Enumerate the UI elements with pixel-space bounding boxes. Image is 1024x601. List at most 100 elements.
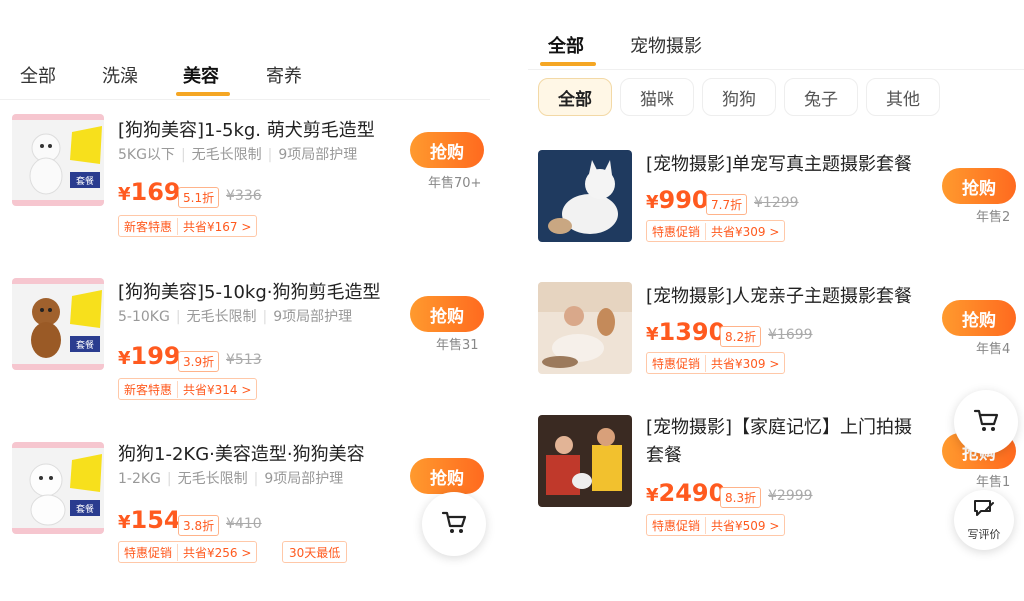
- product-title-line2[interactable]: 套餐: [646, 441, 682, 467]
- tab-all[interactable]: 全部: [20, 62, 56, 88]
- product-image: 套餐: [12, 278, 104, 370]
- promo-label: 特惠促销: [124, 545, 173, 560]
- cart-button[interactable]: [422, 492, 486, 556]
- cart-button[interactable]: [954, 390, 1018, 454]
- currency-symbol: ¥: [646, 485, 659, 506]
- price-value: 1390: [658, 318, 726, 346]
- cart-icon: [972, 406, 1000, 438]
- savings-label: 共省¥309 >: [705, 222, 784, 240]
- product-title[interactable]: [宠物摄影]单宠写真主题摄影套餐: [646, 150, 912, 176]
- product-title-line1[interactable]: [宠物摄影]【家庭记忆】上门拍摄: [646, 413, 912, 439]
- product-price: ¥154: [118, 506, 181, 534]
- price-value: 990: [658, 186, 709, 214]
- product-card[interactable]: [宠物摄影]人宠亲子主题摄影套餐 ¥1390 8.2折 ¥1699 特惠促销 共省…: [528, 272, 1018, 422]
- active-tab-indicator: [540, 62, 596, 66]
- discount-badge: 5.1折: [178, 187, 220, 208]
- product-card[interactable]: 套餐 狗狗1-2KG·美容造型·狗狗美容 1-2KG | 无毛长限制 | 9项局部护理 …: [0, 436, 490, 586]
- promo-badge[interactable]: 新客特惠 共省¥314 >: [118, 378, 258, 400]
- buy-button[interactable]: 抢购: [410, 296, 484, 332]
- product-title[interactable]: [狗狗美容]1-5kg. 萌犬剪毛造型: [118, 116, 375, 142]
- tab-pet-photography[interactable]: 宠物摄影: [630, 32, 702, 58]
- chip-all[interactable]: 全部: [538, 78, 612, 116]
- price-value: 2490: [658, 479, 726, 507]
- chip-dog[interactable]: 狗狗: [702, 78, 776, 116]
- discount-badge: 8.3折: [720, 487, 762, 508]
- tag: 无毛长限制: [186, 309, 257, 325]
- buy-button[interactable]: 抢购: [410, 458, 484, 494]
- original-price: ¥1299: [754, 195, 799, 211]
- promo-badge[interactable]: 特惠促销 共省¥309 >: [646, 220, 786, 242]
- svg-text:套餐: 套餐: [76, 503, 94, 515]
- category-tabs: 全部 洗澡 美容 寄养: [0, 58, 490, 100]
- write-review-label: 写评价: [967, 528, 1001, 541]
- product-tags: 1-2KG | 无毛长限制 | 9项局部护理: [118, 471, 344, 487]
- currency-symbol: ¥: [118, 512, 131, 533]
- savings-label: 共省¥509 >: [705, 516, 784, 534]
- tab-grooming[interactable]: 美容: [183, 62, 219, 88]
- product-image: [538, 150, 632, 242]
- product-title[interactable]: [宠物摄影]人宠亲子主题摄影套餐: [646, 282, 912, 308]
- product-card[interactable]: 套餐 [狗狗美容]5-10kg·狗狗剪毛造型 5-10KG | 无毛长限制 | 9项局部…: [0, 272, 490, 422]
- currency-symbol: ¥: [118, 184, 131, 205]
- promo-label: 新客特惠: [124, 382, 173, 397]
- write-review-button[interactable]: 写评价: [954, 490, 1014, 550]
- tag: 5KG以下: [118, 147, 175, 163]
- tab-all[interactable]: 全部: [548, 32, 584, 58]
- product-price: ¥1390: [646, 318, 725, 346]
- promo-badge[interactable]: 特惠促销 共省¥509 >: [646, 514, 786, 536]
- product-tags: 5-10KG | 无毛长限制 | 9项局部护理: [118, 309, 353, 325]
- promo-label: 新客特惠: [124, 219, 173, 234]
- promo-badge[interactable]: 特惠促销 共省¥256 >: [118, 541, 258, 563]
- chip-cat[interactable]: 猫咪: [620, 78, 694, 116]
- discount-badge: 8.2折: [720, 326, 762, 347]
- original-price: ¥336: [226, 188, 262, 204]
- product-title[interactable]: 狗狗1-2KG·美容造型·狗狗美容: [118, 440, 365, 466]
- buy-button[interactable]: 抢购: [942, 300, 1016, 336]
- product-price: ¥990: [646, 186, 709, 214]
- original-price: ¥1699: [768, 327, 813, 343]
- price-value: 199: [130, 342, 181, 370]
- price-value: 169: [130, 178, 181, 206]
- savings-label: 共省¥314 >: [177, 380, 256, 398]
- product-price: ¥2490: [646, 479, 725, 507]
- tab-bath[interactable]: 洗澡: [102, 62, 138, 88]
- product-image: 套餐: [12, 442, 104, 534]
- product-tags: 5KG以下 | 无毛长限制 | 9项局部护理: [118, 147, 358, 163]
- product-price: ¥169: [118, 178, 181, 206]
- original-price: ¥2999: [768, 488, 813, 504]
- review-icon: [972, 498, 996, 524]
- svg-text:套餐: 套餐: [76, 339, 94, 351]
- buy-button[interactable]: 抢购: [942, 168, 1016, 204]
- tag: 9项局部护理: [278, 147, 358, 163]
- promo-badge[interactable]: 新客特惠 共省¥167 >: [118, 215, 258, 237]
- sales-count: 年售2: [976, 210, 1011, 225]
- product-image: [538, 415, 632, 507]
- right-panel: 全部 宠物摄影 全部 猫咪 狗狗 兔子 其他 [宠物摄影]单宠写真主题摄影套餐 …: [528, 0, 1024, 601]
- product-card[interactable]: [宠物摄影]单宠写真主题摄影套餐 ¥990 7.7折 ¥1299 特惠促销 共省¥…: [528, 140, 1018, 290]
- sales-count: 年售70+: [428, 176, 482, 191]
- tag: 无毛长限制: [177, 471, 248, 487]
- buy-button[interactable]: 抢购: [410, 132, 484, 168]
- tag: 无毛长限制: [191, 147, 262, 163]
- discount-badge: 3.9折: [178, 351, 220, 372]
- sales-count: 年售1: [976, 475, 1011, 490]
- product-card[interactable]: [宠物摄影]【家庭记忆】上门拍摄 套餐 ¥2490 8.3折 ¥2999 特惠促…: [528, 405, 1018, 555]
- currency-symbol: ¥: [646, 192, 659, 213]
- product-title[interactable]: [狗狗美容]5-10kg·狗狗剪毛造型: [118, 278, 380, 304]
- product-card[interactable]: 套餐 [狗狗美容]1-5kg. 萌犬剪毛造型 5KG以下 | 无毛长限制 | 9项局部护…: [0, 108, 490, 258]
- currency-symbol: ¥: [646, 324, 659, 345]
- left-panel: 全部 洗澡 美容 寄养 套餐 [狗狗美容]1-5kg. 萌犬剪毛造型 5KG以下…: [0, 0, 500, 601]
- service-tabs: 全部 宠物摄影: [528, 28, 1024, 70]
- original-price: ¥513: [226, 352, 262, 368]
- currency-symbol: ¥: [118, 348, 131, 369]
- promo-label: 特惠促销: [652, 518, 701, 533]
- promo-badge[interactable]: 特惠促销 共省¥309 >: [646, 352, 786, 374]
- chip-rabbit[interactable]: 兔子: [784, 78, 858, 116]
- product-image: [538, 282, 632, 374]
- price-value: 154: [130, 506, 181, 534]
- chip-other[interactable]: 其他: [866, 78, 940, 116]
- tag: 1-2KG: [118, 471, 161, 487]
- tab-boarding[interactable]: 寄养: [266, 62, 302, 88]
- discount-badge: 3.8折: [178, 515, 220, 536]
- sales-count: 年售4: [976, 342, 1011, 357]
